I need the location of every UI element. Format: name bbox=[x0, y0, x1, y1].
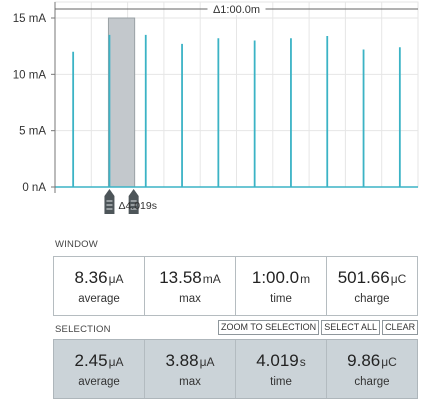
selection-handles[interactable]: Δ4.019s bbox=[104, 189, 157, 214]
window-charge-unit: μC bbox=[390, 272, 407, 286]
window-average-value: 8.36 bbox=[74, 268, 108, 287]
y-tick-label: 10 mA bbox=[13, 69, 47, 81]
window-range-label: Δ1:00.0m bbox=[213, 4, 260, 16]
window-average-label: average bbox=[78, 293, 120, 305]
window-charge-cell: 501.66 μC charge bbox=[327, 257, 417, 315]
window-max-unit: mA bbox=[202, 272, 221, 286]
selection-section-title: SELECTION bbox=[55, 324, 111, 335]
selection-max-value: 3.88 bbox=[165, 351, 199, 370]
window-indicator: Δ1:00.0m bbox=[55, 3, 418, 16]
window-max-value: 13.58 bbox=[159, 268, 202, 287]
y-tick-label: 0 nA bbox=[22, 182, 46, 194]
window-max-label: max bbox=[179, 293, 201, 305]
selection-time-value: 4.019 bbox=[256, 351, 299, 370]
selection-average-unit: μA bbox=[108, 355, 124, 369]
selection-charge-value: 9.86 bbox=[347, 351, 381, 370]
selection-delta-label: Δ4.019s bbox=[118, 200, 157, 212]
y-tick-label: 5 mA bbox=[19, 126, 46, 138]
window-max-cell: 13.58 mA max bbox=[145, 257, 236, 315]
window-average-cell: 8.36 μA average bbox=[54, 257, 145, 315]
selection-start-handle[interactable] bbox=[104, 189, 115, 214]
current-chart[interactable]: 15 mA 10 mA 5 mA 0 nA Δ1:00.0m Δ4.019s bbox=[0, 0, 440, 218]
clear-selection-button[interactable]: CLEAR bbox=[382, 320, 419, 335]
selection-time-label: time bbox=[270, 376, 292, 388]
window-charge-value: 501.66 bbox=[337, 268, 390, 287]
y-tick-label: 15 mA bbox=[13, 13, 47, 25]
selection-max-cell: 3.88 μA max bbox=[145, 340, 236, 398]
window-time-unit: m bbox=[300, 272, 311, 286]
window-charge-label: charge bbox=[354, 293, 390, 305]
selection-max-unit: μA bbox=[199, 355, 215, 369]
selection-charge-cell: 9.86 μC charge bbox=[327, 340, 417, 398]
window-average-unit: μA bbox=[108, 272, 124, 286]
selection-stats-panel: 2.45 μA average 3.88 μA max 4.019 s time 9.… bbox=[53, 339, 418, 399]
select-all-button[interactable]: SELECT ALL bbox=[321, 320, 381, 335]
selection-charge-label: charge bbox=[354, 376, 390, 388]
window-time-value: 1:00.0 bbox=[251, 268, 300, 287]
selection-time-unit: s bbox=[299, 355, 306, 369]
selection-average-value: 2.45 bbox=[74, 351, 108, 370]
selection-region[interactable] bbox=[107, 17, 136, 188]
selection-time-cell: 4.019 s time bbox=[236, 340, 327, 398]
selection-band bbox=[107, 17, 136, 188]
window-time-label: time bbox=[270, 293, 292, 305]
window-stats-panel: 8.36 μA average 13.58 mA max 1:00.0 m time … bbox=[53, 256, 418, 316]
window-section-title: WINDOW bbox=[55, 239, 98, 250]
selection-toolbar: ZOOM TO SELECTION SELECT ALL CLEAR bbox=[218, 320, 419, 335]
selection-charge-unit: μC bbox=[381, 355, 397, 369]
y-axis: 15 mA 10 mA 5 mA 0 nA bbox=[13, 2, 56, 194]
window-time-cell: 1:00.0 m time bbox=[236, 257, 327, 315]
selection-average-label: average bbox=[78, 376, 120, 388]
zoom-to-selection-button[interactable]: ZOOM TO SELECTION bbox=[218, 320, 320, 335]
selection-average-cell: 2.45 μA average bbox=[54, 340, 145, 398]
selection-max-label: max bbox=[179, 376, 201, 388]
